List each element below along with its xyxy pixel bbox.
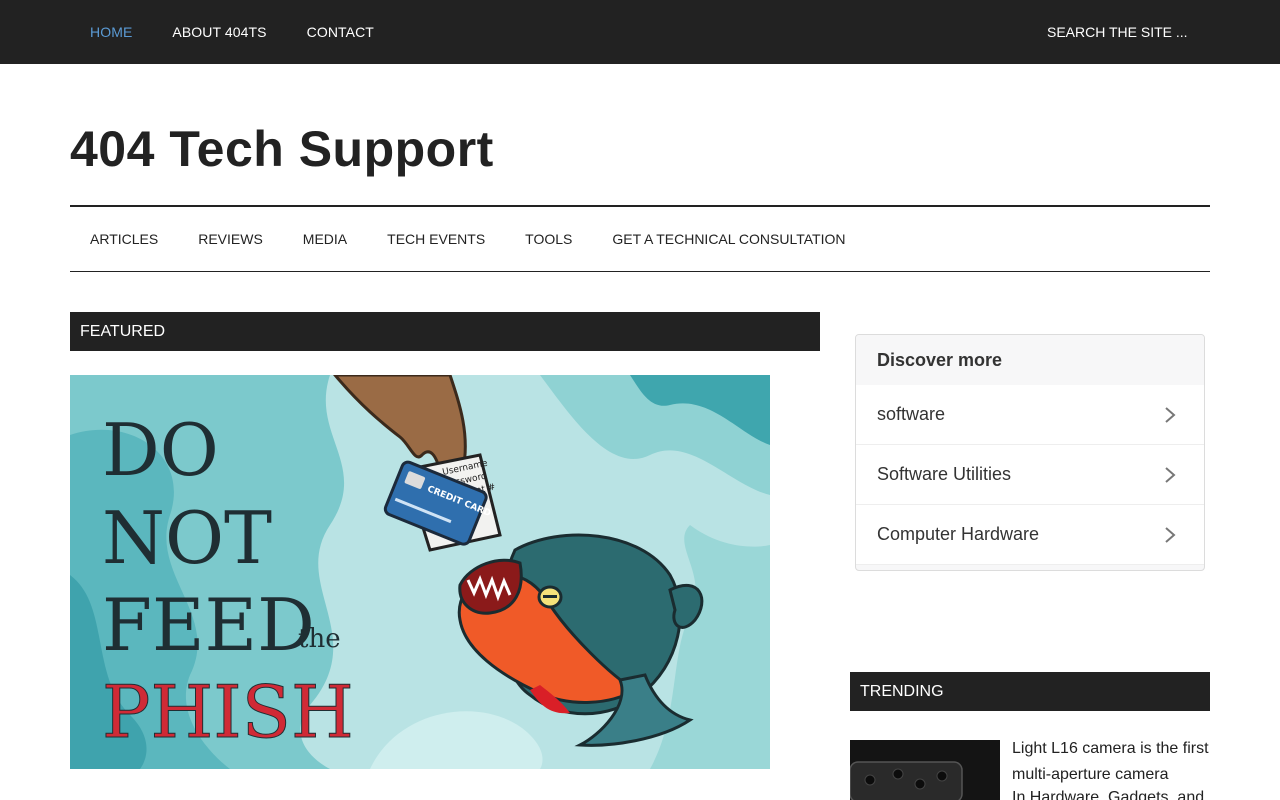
main-nav-tools[interactable]: TOOLS [505,231,592,247]
image-text-feed: FEED [102,583,315,667]
top-nav-about[interactable]: ABOUT 404TS [152,0,286,64]
discover-more-panel: Discover more software Software Utilitie… [855,334,1205,571]
image-text-not: NOT [102,496,272,580]
top-nav-home[interactable]: HOME [70,0,152,64]
discover-item-computer-hardware[interactable]: Computer Hardware [856,505,1204,565]
site-title[interactable]: 404 Tech Support [70,120,494,178]
chevron-right-icon [1165,466,1176,483]
image-text-the: the [298,624,341,654]
image-text-do: DO [102,408,219,492]
top-nav: HOME ABOUT 404TS CONTACT [70,0,394,64]
main-nav: ARTICLES REVIEWS MEDIA TECH EVENTS TOOLS… [70,205,1210,272]
main-nav-tech-events[interactable]: TECH EVENTS [367,231,505,247]
discover-more-title: Discover more [856,335,1204,385]
search-field[interactable]: SEARCH THE SITE ... [1047,0,1210,64]
main-nav-articles[interactable]: ARTICLES [70,231,178,247]
chevron-right-icon [1165,406,1176,423]
trending-item: Light L16 camera is the first multi-aper… [1012,736,1212,800]
main-nav-media[interactable]: MEDIA [283,231,367,247]
trending-item-meta: In Hardware, Gadgets, and [1012,789,1205,800]
discover-item-software-utilities[interactable]: Software Utilities [856,445,1204,505]
discover-item-software[interactable]: software [856,385,1204,445]
trending-heading: TRENDING [850,672,1210,711]
featured-image[interactable]: Username Password Account # CREDIT CARD … [70,375,770,769]
trending-item-thumbnail[interactable] [850,740,1000,800]
top-nav-contact[interactable]: CONTACT [287,0,394,64]
featured-heading: FEATURED [70,312,820,351]
discover-item-label: Software Utilities [877,464,1012,484]
discover-item-label: Computer Hardware [877,524,1040,544]
discover-item-label: software [877,404,946,424]
main-nav-consultation[interactable]: GET A TECHNICAL CONSULTATION [592,231,865,247]
chevron-right-icon [1165,526,1176,543]
trending-item-title[interactable]: Light L16 camera is the first multi-aper… [1012,736,1212,788]
camera-image [850,740,1000,800]
main-nav-reviews[interactable]: REVIEWS [178,231,283,247]
top-bar: HOME ABOUT 404TS CONTACT SEARCH THE SITE… [0,0,1280,64]
image-text-phish: PHISH [102,670,354,754]
